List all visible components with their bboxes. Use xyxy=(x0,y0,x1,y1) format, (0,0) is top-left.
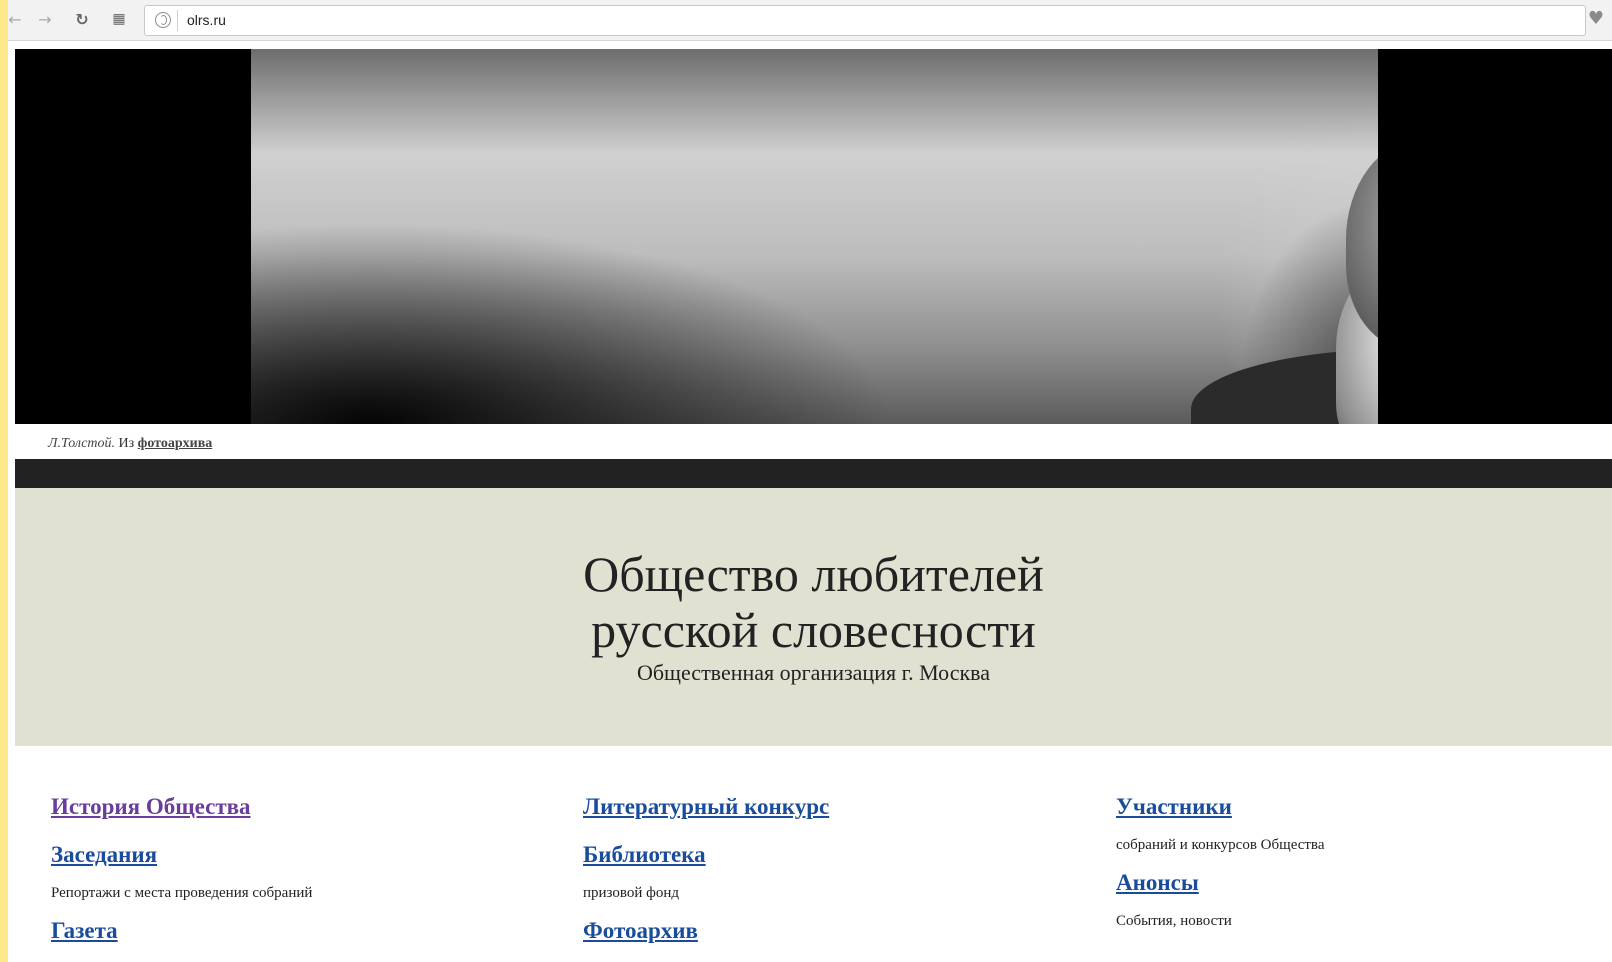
forward-arrow-icon[interactable]: → xyxy=(34,8,56,30)
site-title-line2: русской словесности xyxy=(591,602,1036,658)
photo-archive-nav-link[interactable]: Фотоархив xyxy=(583,916,1063,946)
meetings-link[interactable]: Заседания xyxy=(51,840,531,870)
site-subtitle: Общественная организация г. Москва xyxy=(636,660,991,685)
meetings-desc: Репортажи с места проведения собраний xyxy=(51,885,313,901)
nav-column-2: Литературный конкурс Библиотека призовой… xyxy=(583,792,1063,946)
tolstoy-photo xyxy=(251,49,1378,424)
photo-archive-link[interactable]: фотоархива xyxy=(138,436,213,451)
caption-from: Из xyxy=(118,436,135,451)
announcements-link[interactable]: Анонсы xyxy=(1116,868,1596,898)
header-banner xyxy=(15,49,1612,424)
participants-desc: собраний и конкурсов Общества xyxy=(1116,837,1325,853)
browser-window: ← → ↻ ▦ olrs.ru ♥ Л.Толстой. Из фотоархи… xyxy=(8,0,1612,962)
hero-section: Общество любителей русской словесности О… xyxy=(15,488,1612,746)
site-info-icon[interactable] xyxy=(155,12,171,28)
site-title: Общество любителей русской словесности xyxy=(15,546,1612,658)
literary-contest-link[interactable]: Литературный конкурс xyxy=(583,792,1063,822)
caption-author: Л.Толстой. xyxy=(48,436,116,451)
nav-column-1: История Общества Заседания Репортажи с м… xyxy=(51,792,531,946)
library-desc: призовой фонд xyxy=(583,885,680,901)
browser-toolbar: ← → ↻ ▦ olrs.ru ♥ xyxy=(8,0,1612,41)
library-link[interactable]: Библиотека xyxy=(583,840,1063,870)
apps-grid-icon[interactable]: ▦ xyxy=(108,8,130,30)
participants-link[interactable]: Участники xyxy=(1116,792,1596,822)
address-separator xyxy=(177,10,178,31)
site-title-line1: Общество любителей xyxy=(583,546,1044,602)
back-arrow-icon[interactable]: ← xyxy=(8,8,26,30)
dark-strip xyxy=(15,459,1612,488)
heart-icon[interactable]: ♥ xyxy=(1588,8,1604,29)
url-text[interactable]: olrs.ru xyxy=(187,12,226,28)
reload-icon[interactable]: ↻ xyxy=(71,8,93,30)
nav-column-3: Участники собраний и конкурсов Общества … xyxy=(1116,792,1596,944)
announcements-desc: События, новости xyxy=(1116,913,1232,929)
photo-caption: Л.Толстой. Из фотоархива xyxy=(48,436,212,452)
history-link[interactable]: История Общества xyxy=(51,792,531,822)
newspaper-link[interactable]: Газета xyxy=(51,916,531,946)
address-bar[interactable]: olrs.ru xyxy=(144,5,1586,36)
